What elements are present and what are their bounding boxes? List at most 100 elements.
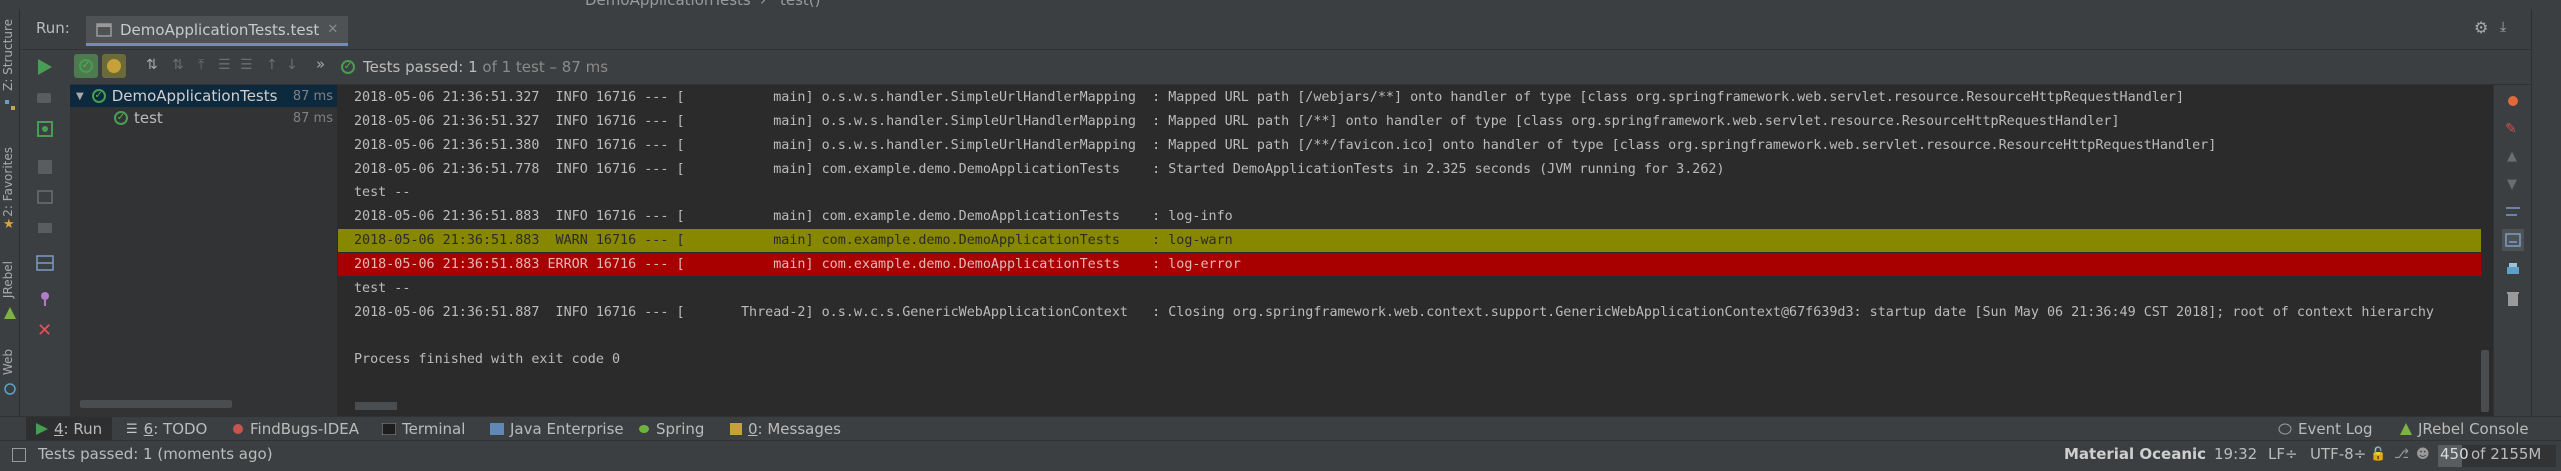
favorites-tool-button[interactable]: 2: Favorites (1, 147, 15, 217)
tree-horizontal-scrollbar[interactable] (80, 400, 232, 408)
jrebel-console-icon (2400, 423, 2412, 435)
status-suffix: of 1 test – 87 ms (482, 58, 609, 76)
right-tool-strip (2531, 9, 2561, 427)
show-ignored-toggle[interactable] (102, 54, 126, 78)
tree-node-class[interactable]: ▼ ✓ DemoApplicationTests 87 ms (70, 85, 337, 107)
dump-threads-icon[interactable] (37, 220, 53, 236)
tree-node-time: 87 ms (292, 110, 333, 126)
messages-icon (730, 423, 742, 435)
console-line: 2018-05-06 21:36:51.883 WARN 16716 --- [… (354, 233, 1233, 248)
run-config-icon (96, 22, 112, 37)
next-failed-icon[interactable]: ↓ (286, 57, 298, 73)
tool-window-terminal[interactable]: Terminal (372, 417, 475, 441)
soft-wrap-icon[interactable] (2505, 205, 2521, 219)
breadcrumb-class[interactable]: DemoApplicationTests (585, 0, 751, 9)
scroll-down-icon[interactable]: ▼ (2507, 177, 2517, 192)
memory-indicator[interactable]: 450 of 2155M (2438, 445, 2556, 467)
run-toolbar: ✕ (20, 50, 71, 427)
console-horizontal-scroll-thumb[interactable] (355, 402, 397, 410)
run-tab[interactable]: DemoApplicationTests.test ✕ (86, 16, 349, 46)
git-branch-icon[interactable]: ⎇ (2394, 447, 2409, 462)
memory-used: 450 (2440, 445, 2469, 463)
status-count: 1 (468, 58, 478, 76)
tool-window-event-log[interactable]: Event Log (2268, 417, 2383, 441)
passed-icon: ✓ (114, 111, 128, 125)
rerun-icon[interactable] (37, 58, 53, 76)
line-separator[interactable]: LF÷ (2268, 445, 2298, 463)
console-line: 2018-05-06 21:36:51.883 ERROR 16716 --- … (354, 257, 1241, 272)
console-scroll-thumb[interactable] (2481, 350, 2489, 412)
settings-gear-icon[interactable]: ⚙ (2474, 18, 2488, 37)
status-check-icon: ✓ (341, 60, 355, 74)
close-tab-icon[interactable]: ✕ (327, 22, 338, 37)
tree-node-time: 87 ms (292, 88, 333, 104)
console-actions-column: ✎ ▲ ▼ (2493, 85, 2532, 427)
scroll-to-end-toggle[interactable] (2502, 229, 2524, 251)
tool-window-jrebel-console[interactable]: JRebel Console (2390, 417, 2539, 441)
hide-panel-icon[interactable]: ⤓ (2500, 19, 2506, 35)
show-passed-toggle[interactable]: ✓ (74, 54, 98, 78)
toggle-tool-windows-icon[interactable] (12, 448, 26, 462)
file-encoding[interactable]: UTF-8÷ (2310, 445, 2366, 463)
import-tests-icon[interactable]: ⤒ (198, 57, 204, 73)
sort-alphabetically-icon[interactable]: ⇅ (146, 57, 158, 73)
passed-icon: ✓ (91, 89, 106, 103)
breadcrumb-method[interactable]: test() (780, 0, 821, 9)
status-bar: Tests passed: 1 (moments ago) Material O… (0, 440, 2561, 471)
console-line: Process finished with exit code 0 (354, 352, 621, 367)
tree-node-label: test (134, 109, 163, 127)
tool-window-run[interactable]: 4: Run (26, 417, 113, 441)
java-enterprise-icon (490, 423, 504, 435)
theme-name[interactable]: Material Oceanic (2064, 445, 2206, 463)
web-tool-button[interactable]: Web (1, 349, 15, 375)
clear-all-icon[interactable] (2505, 291, 2521, 307)
tool-window-todo[interactable]: ☰ 6: TODO (116, 417, 217, 441)
structure-icon (4, 99, 16, 111)
expand-all-icon[interactable]: ☰ (218, 57, 231, 73)
status-message[interactable]: Tests passed: 1 (moments ago) (38, 445, 273, 463)
collapse-all-icon[interactable]: ☰ (240, 57, 253, 73)
close-icon[interactable]: ✕ (37, 322, 52, 340)
lock-icon[interactable]: 🔓 (2370, 447, 2386, 462)
breadcrumb-separator: › (760, 0, 766, 9)
test-status-header: ✓ Tests passed: 1 of 1 test – 87 ms (337, 50, 2545, 85)
run-label: Run: (36, 19, 70, 37)
brush-icon[interactable]: ✎ (2505, 121, 2517, 137)
findbugs-icon (232, 423, 244, 435)
spring-leaf-icon (638, 423, 650, 435)
expand-arrow-icon[interactable]: ▼ (76, 91, 84, 102)
restore-layout-icon[interactable] (37, 190, 53, 204)
console-line: 2018-05-06 21:36:51.778 INFO 16716 --- [… (354, 162, 1725, 177)
todo-icon: ☰ (126, 421, 138, 437)
tool-window-spring[interactable]: Spring (628, 417, 714, 441)
tree-node-method[interactable]: ✓ test 87 ms (70, 107, 337, 129)
event-log-icon (2278, 423, 2292, 435)
check-icon: ✓ (79, 59, 93, 73)
web-icon (4, 383, 16, 395)
jrebel-tool-button[interactable]: JRebel (1, 261, 15, 298)
toggle-autotest-icon[interactable] (36, 120, 54, 138)
stop-icon[interactable] (38, 160, 52, 174)
previous-failed-icon[interactable]: ↑ (266, 57, 278, 73)
run-tab-label: DemoApplicationTests.test (120, 20, 320, 39)
console-line: 2018-05-06 21:36:51.887 INFO 16716 --- [… (354, 305, 2434, 320)
inspector-icon[interactable]: ☻ (2416, 447, 2430, 462)
print-icon[interactable] (2505, 261, 2521, 277)
more-actions-chevron[interactable]: » (316, 55, 325, 73)
pin-icon[interactable] (37, 290, 53, 306)
structure-tool-button[interactable]: Z: Structure (1, 19, 15, 91)
left-tool-strip: Z: Structure 2: Favorites ★ JRebel Web (0, 9, 20, 427)
scroll-up-icon[interactable]: ▲ (2507, 149, 2517, 164)
caret-position[interactable]: 19:32 (2214, 445, 2257, 463)
tool-window-messages[interactable]: 0: Messages (720, 417, 851, 441)
jrebel-flame-icon[interactable] (2505, 93, 2521, 109)
star-icon: ★ (3, 217, 15, 232)
rerun-failed-icon[interactable] (36, 90, 54, 106)
layout-icon[interactable] (36, 255, 54, 271)
tool-window-java-enterprise[interactable]: Java Enterprise (480, 417, 634, 441)
sort-by-duration-icon[interactable]: ⇅ (172, 57, 184, 73)
tool-window-findbugs[interactable]: FindBugs-IDEA (222, 417, 369, 441)
console-output[interactable]: 2018-05-06 21:36:51.327 INFO 16716 --- [… (338, 85, 2491, 427)
test-tree: ▼ ✓ DemoApplicationTests 87 ms ✓ test 87… (70, 85, 338, 427)
terminal-icon (382, 423, 396, 435)
